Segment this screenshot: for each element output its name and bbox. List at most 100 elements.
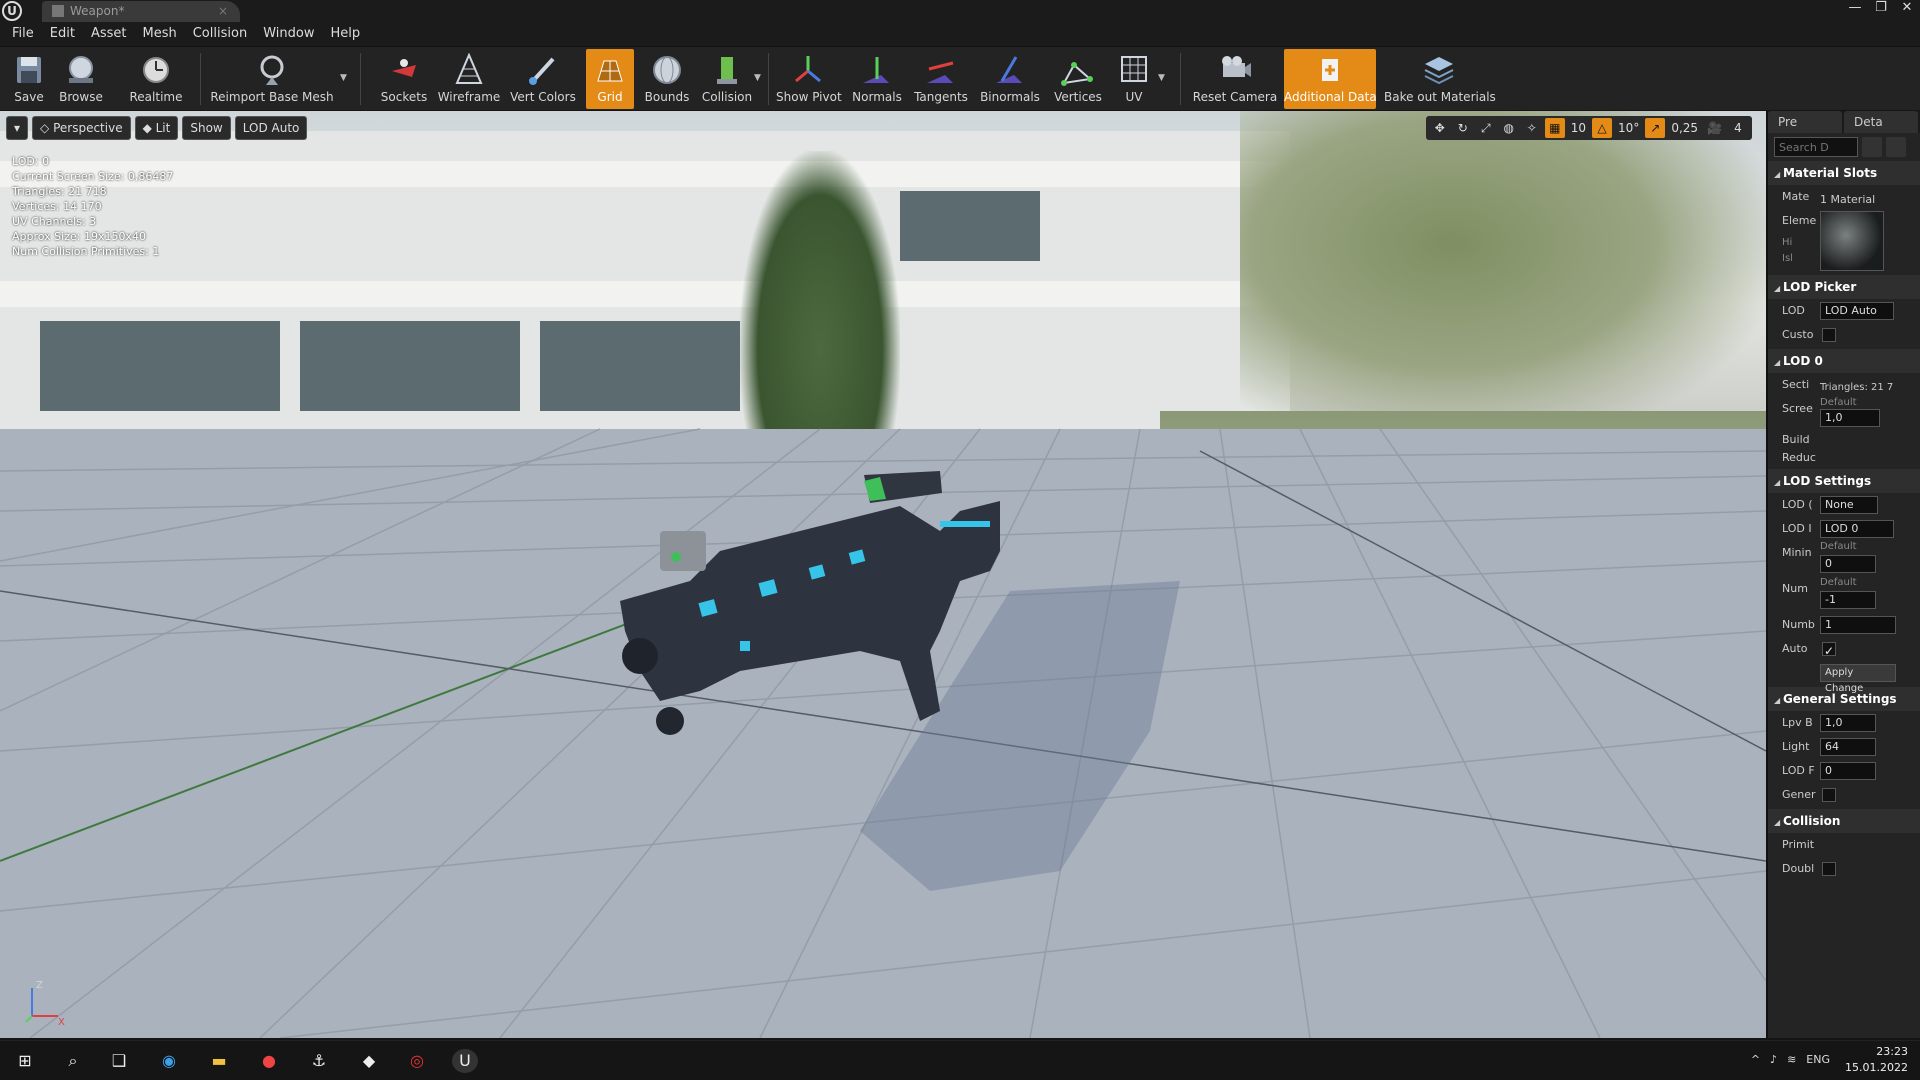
translate-icon[interactable]: ✥ bbox=[1430, 118, 1450, 138]
grid-snap-value[interactable]: 10 bbox=[1568, 118, 1589, 138]
section-lod-picker[interactable]: LOD Picker bbox=[1768, 275, 1920, 299]
menu-file[interactable]: File bbox=[4, 22, 42, 46]
surface-snap-icon[interactable]: ✧ bbox=[1522, 118, 1542, 138]
menu-edit[interactable]: Edit bbox=[42, 22, 83, 46]
tangents-button[interactable]: Tangents bbox=[912, 49, 970, 109]
bounds-button[interactable]: Bounds bbox=[640, 49, 694, 109]
view-options-icon[interactable] bbox=[1862, 137, 1882, 157]
reset-camera-button[interactable]: Reset Camera bbox=[1190, 49, 1280, 109]
minimize-button[interactable]: — bbox=[1842, 0, 1868, 18]
wireframe-button[interactable]: Wireframe bbox=[436, 49, 502, 109]
uv-button[interactable]: UV bbox=[1110, 49, 1158, 109]
yandex-browser-icon[interactable]: ◎ bbox=[404, 1049, 430, 1073]
normals-button[interactable]: Normals bbox=[850, 49, 904, 109]
binormals-button[interactable]: Binormals bbox=[978, 49, 1042, 109]
reimport-button[interactable]: Reimport Base Mesh bbox=[210, 49, 334, 109]
world-local-icon[interactable]: ◍ bbox=[1499, 118, 1519, 138]
save-button[interactable]: Save bbox=[6, 49, 52, 109]
camera-speed-icon[interactable]: 🎥 bbox=[1704, 118, 1725, 138]
eye-icon[interactable] bbox=[1886, 137, 1906, 157]
custom-checkbox[interactable] bbox=[1822, 328, 1836, 342]
scale-snap-value[interactable]: 0,25 bbox=[1668, 118, 1701, 138]
camera-speed-value[interactable]: 4 bbox=[1728, 118, 1748, 138]
uv-dropdown-icon[interactable]: ▼ bbox=[1158, 73, 1165, 83]
viewport[interactable]: LOD: 0 Current Screen Size: 0,86487 Tria… bbox=[0, 111, 1766, 1038]
close-window-button[interactable]: ✕ bbox=[1894, 0, 1920, 18]
light-resolution-input[interactable]: 64 bbox=[1820, 738, 1876, 756]
lpv-bias-input[interactable]: 1,0 bbox=[1820, 714, 1876, 732]
vert-colors-button[interactable]: Vert Colors bbox=[508, 49, 578, 109]
lod-group-select[interactable]: None bbox=[1820, 496, 1878, 514]
menu-help[interactable]: Help bbox=[322, 22, 368, 46]
unreal-engine-icon[interactable]: U bbox=[452, 1049, 478, 1073]
document-tab[interactable]: Weapon* × bbox=[42, 1, 240, 22]
unreal-logo-icon[interactable]: U bbox=[2, 1, 22, 21]
bake-materials-button[interactable]: Bake out Materials bbox=[1384, 49, 1496, 109]
row-primitives[interactable]: Primit bbox=[1768, 833, 1920, 857]
wifi-icon[interactable]: ≋ bbox=[1787, 1053, 1796, 1066]
realtime-button[interactable]: Realtime bbox=[126, 49, 186, 109]
collision-dropdown-icon[interactable]: ▼ bbox=[754, 73, 761, 83]
tab-details[interactable]: Deta bbox=[1844, 111, 1918, 133]
perspective-button[interactable]: ◇ Perspective bbox=[32, 116, 131, 140]
double-sided-checkbox[interactable] bbox=[1822, 862, 1836, 876]
browse-button[interactable]: Browse bbox=[56, 49, 106, 109]
rotation-snap-icon[interactable]: △ bbox=[1592, 118, 1613, 138]
lod-for-collision-input[interactable]: 0 bbox=[1820, 762, 1876, 780]
section-lod-settings[interactable]: LOD Settings bbox=[1768, 469, 1920, 493]
number-of-lods-input[interactable]: 1 bbox=[1820, 616, 1896, 634]
vertices-button[interactable]: Vertices bbox=[1050, 49, 1106, 109]
details-search-input[interactable] bbox=[1774, 137, 1858, 157]
show-button[interactable]: Show bbox=[182, 116, 231, 140]
scale-snap-icon[interactable]: ↗ bbox=[1645, 118, 1666, 138]
stat-triangles: Triangles: 21 718 bbox=[12, 185, 107, 198]
auto-compute-checkbox[interactable] bbox=[1822, 639, 1836, 663]
screen-size-input[interactable]: 1,0 bbox=[1820, 409, 1880, 427]
num-streamed-input[interactable]: -1 bbox=[1820, 591, 1876, 609]
section-lod-0[interactable]: LOD 0 bbox=[1768, 349, 1920, 373]
apply-changes-button[interactable]: Apply Change bbox=[1820, 664, 1896, 694]
weapon-mesh[interactable] bbox=[0, 111, 1766, 1038]
material-thumbnail[interactable] bbox=[1820, 211, 1884, 271]
reimport-dropdown-icon[interactable]: ▼ bbox=[340, 73, 347, 83]
close-tab-icon[interactable]: × bbox=[218, 1, 228, 22]
lod-picker-select[interactable]: LOD Auto bbox=[1820, 302, 1894, 320]
generate-checkbox[interactable] bbox=[1822, 788, 1836, 802]
grid-snap-icon[interactable]: ▦ bbox=[1544, 118, 1565, 138]
volume-icon[interactable]: ♪ bbox=[1770, 1053, 1777, 1066]
section-collision[interactable]: Collision bbox=[1768, 809, 1920, 833]
maximize-button[interactable]: ❐ bbox=[1868, 0, 1894, 18]
windows-start-icon[interactable]: ⊞ bbox=[12, 1049, 38, 1073]
show-pivot-button[interactable]: Show Pivot bbox=[776, 49, 842, 109]
file-explorer-icon[interactable]: ▬ bbox=[206, 1049, 232, 1073]
search-icon[interactable]: ⌕ bbox=[60, 1049, 86, 1073]
yandex-icon[interactable]: ● bbox=[256, 1049, 282, 1073]
grid-button[interactable]: Grid bbox=[586, 49, 634, 109]
tray-chevron-icon[interactable]: ^ bbox=[1751, 1053, 1760, 1066]
warships-icon[interactable]: ⚓ bbox=[306, 1049, 332, 1073]
sockets-button[interactable]: Sockets bbox=[376, 49, 432, 109]
viewport-options-button[interactable]: ▾ bbox=[6, 116, 29, 140]
menu-mesh[interactable]: Mesh bbox=[135, 22, 185, 46]
game-launcher-icon[interactable]: ◆ bbox=[356, 1049, 382, 1073]
lit-button[interactable]: ◆ Lit bbox=[134, 116, 179, 140]
rotation-snap-value[interactable]: 10° bbox=[1615, 118, 1642, 138]
window-controls: — ❐ ✕ bbox=[1842, 0, 1920, 18]
panel-tabs: Pre Deta bbox=[1768, 111, 1920, 133]
collision-button[interactable]: Collision bbox=[698, 49, 756, 109]
row-reduce[interactable]: Reduc bbox=[1768, 449, 1920, 467]
menu-window[interactable]: Window bbox=[255, 22, 322, 46]
menu-collision[interactable]: Collision bbox=[185, 22, 255, 46]
additional-data-button[interactable]: Additional Data bbox=[1284, 49, 1377, 109]
language-indicator[interactable]: ENG bbox=[1806, 1053, 1830, 1066]
rotate-icon[interactable]: ↻ bbox=[1453, 118, 1473, 138]
lod-auto-button[interactable]: LOD Auto bbox=[234, 116, 308, 140]
edge-browser-icon[interactable]: ◉ bbox=[156, 1049, 182, 1073]
row-build[interactable]: Build bbox=[1768, 431, 1920, 449]
task-view-icon[interactable]: ❑ bbox=[106, 1049, 132, 1073]
tab-preview-scene[interactable]: Pre bbox=[1768, 111, 1842, 133]
menu-asset[interactable]: Asset bbox=[83, 22, 135, 46]
scale-icon[interactable]: ⤢ bbox=[1476, 118, 1496, 138]
clock[interactable]: 23:23 15.01.2022 bbox=[1845, 1044, 1908, 1076]
section-material-slots[interactable]: Material Slots bbox=[1768, 161, 1920, 185]
